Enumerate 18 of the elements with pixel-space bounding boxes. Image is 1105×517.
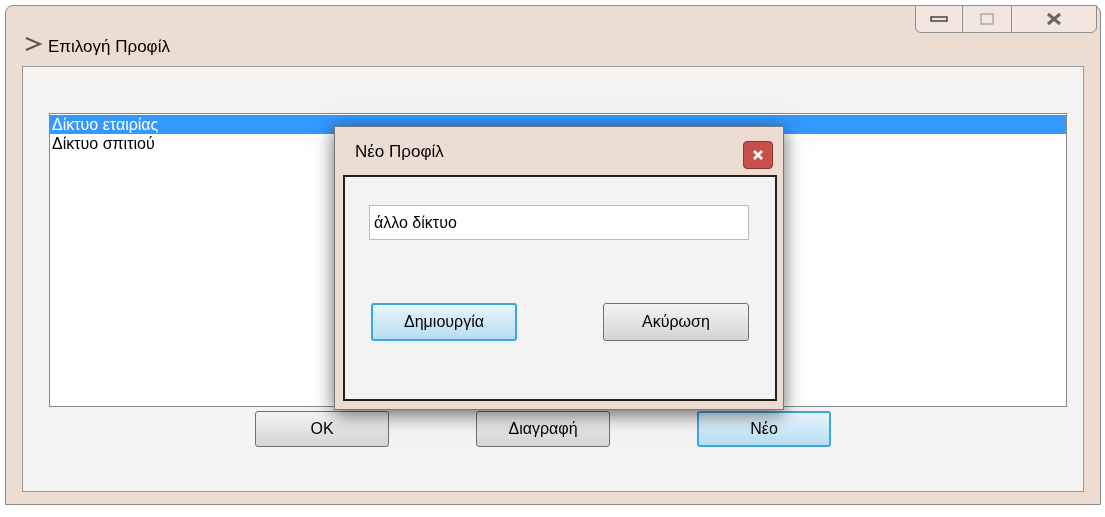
push-button[interactable]: Ακύρωση [603, 303, 749, 341]
list-item[interactable]: Δίκτυο σπιτιού [50, 134, 157, 153]
push-button[interactable]: OK [255, 411, 389, 447]
close-icon [1046, 12, 1062, 26]
minimize-button[interactable] [915, 5, 963, 33]
minimize-icon [930, 16, 948, 22]
chevron-icon [24, 36, 44, 52]
push-button[interactable]: Δημιουργία [371, 303, 517, 341]
close-button[interactable] [1011, 5, 1097, 33]
maximize-button[interactable] [963, 5, 1011, 33]
close-icon [753, 150, 763, 160]
push-button[interactable]: Διαγραφή [476, 411, 610, 447]
maximize-icon [980, 13, 994, 25]
window-title: Επιλογή Προφίλ [48, 36, 170, 58]
close-button[interactable] [743, 141, 773, 169]
push-button[interactable]: Νέο [697, 411, 831, 447]
name-field[interactable]: άλλο δίκτυο [369, 205, 749, 240]
dialog-title: Νέο Προφίλ [355, 141, 444, 163]
